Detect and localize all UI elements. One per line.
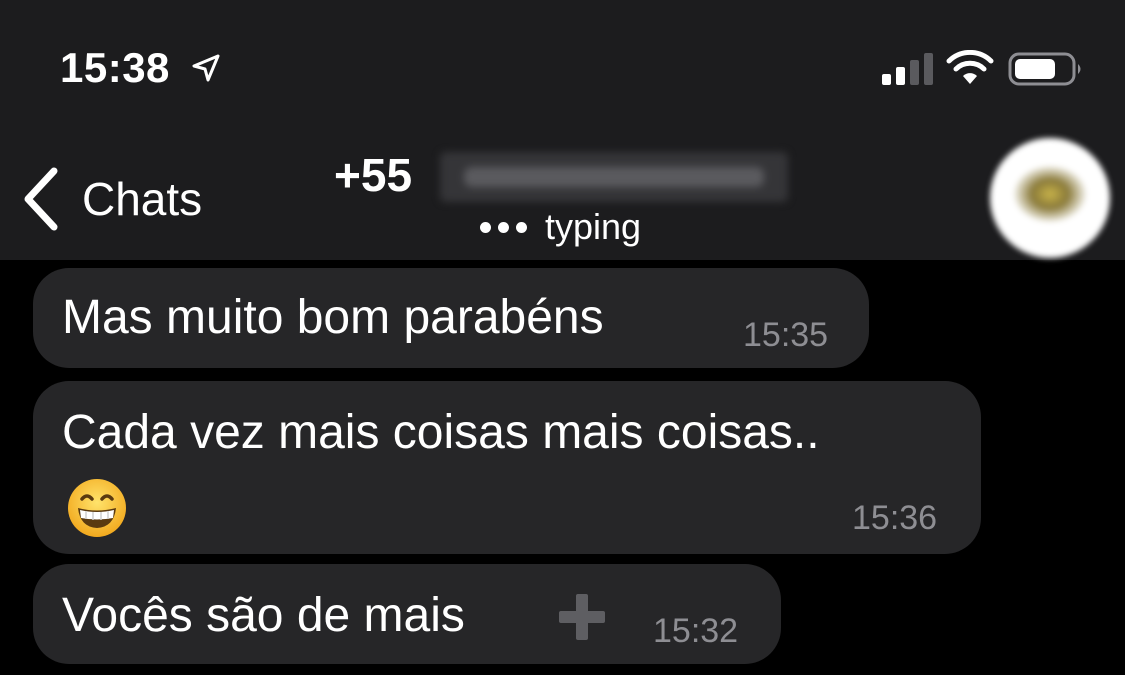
typing-label: typing bbox=[545, 206, 642, 247]
contact-title[interactable]: +55 bbox=[334, 148, 804, 208]
message-text: Mas muito bom parabéns bbox=[62, 291, 604, 344]
message-bubble[interactable]: Vocês são de mais 15:32 bbox=[33, 564, 781, 664]
status-time: 15:38 bbox=[60, 44, 170, 91]
message-text: Cada vez mais coisas mais coisas.. bbox=[62, 406, 820, 459]
cellular-signal-icon bbox=[882, 53, 933, 85]
location-arrow-icon bbox=[192, 54, 220, 82]
back-label: Chats bbox=[82, 173, 203, 225]
chevron-left-icon bbox=[24, 167, 58, 231]
message-text: Vocês são de mais bbox=[62, 589, 465, 642]
chat-screen: 15:38 Chats +55 typing Mas muito bom par… bbox=[0, 0, 1125, 675]
heavy-plus-icon bbox=[559, 594, 605, 640]
contact-avatar[interactable] bbox=[990, 138, 1110, 258]
grinning-face-emoji-icon bbox=[68, 479, 126, 537]
header-bar: 15:38 Chats +55 typing bbox=[0, 0, 1125, 260]
redacted-phone-number bbox=[440, 152, 788, 202]
contact-phone-prefix: +55 bbox=[334, 149, 413, 201]
back-button[interactable]: Chats bbox=[20, 164, 202, 234]
message-time: 15:32 bbox=[653, 612, 739, 650]
typing-dots-icon bbox=[480, 221, 527, 233]
wifi-icon bbox=[946, 50, 994, 84]
battery-icon bbox=[1008, 52, 1081, 86]
message-bubble[interactable]: Cada vez mais coisas mais coisas.. 15:36 bbox=[33, 381, 981, 554]
message-time: 15:35 bbox=[743, 316, 829, 354]
message-time: 15:36 bbox=[852, 499, 938, 537]
message-bubble[interactable]: Mas muito bom parabéns 15:35 bbox=[33, 268, 869, 368]
typing-indicator: typing bbox=[480, 206, 641, 248]
